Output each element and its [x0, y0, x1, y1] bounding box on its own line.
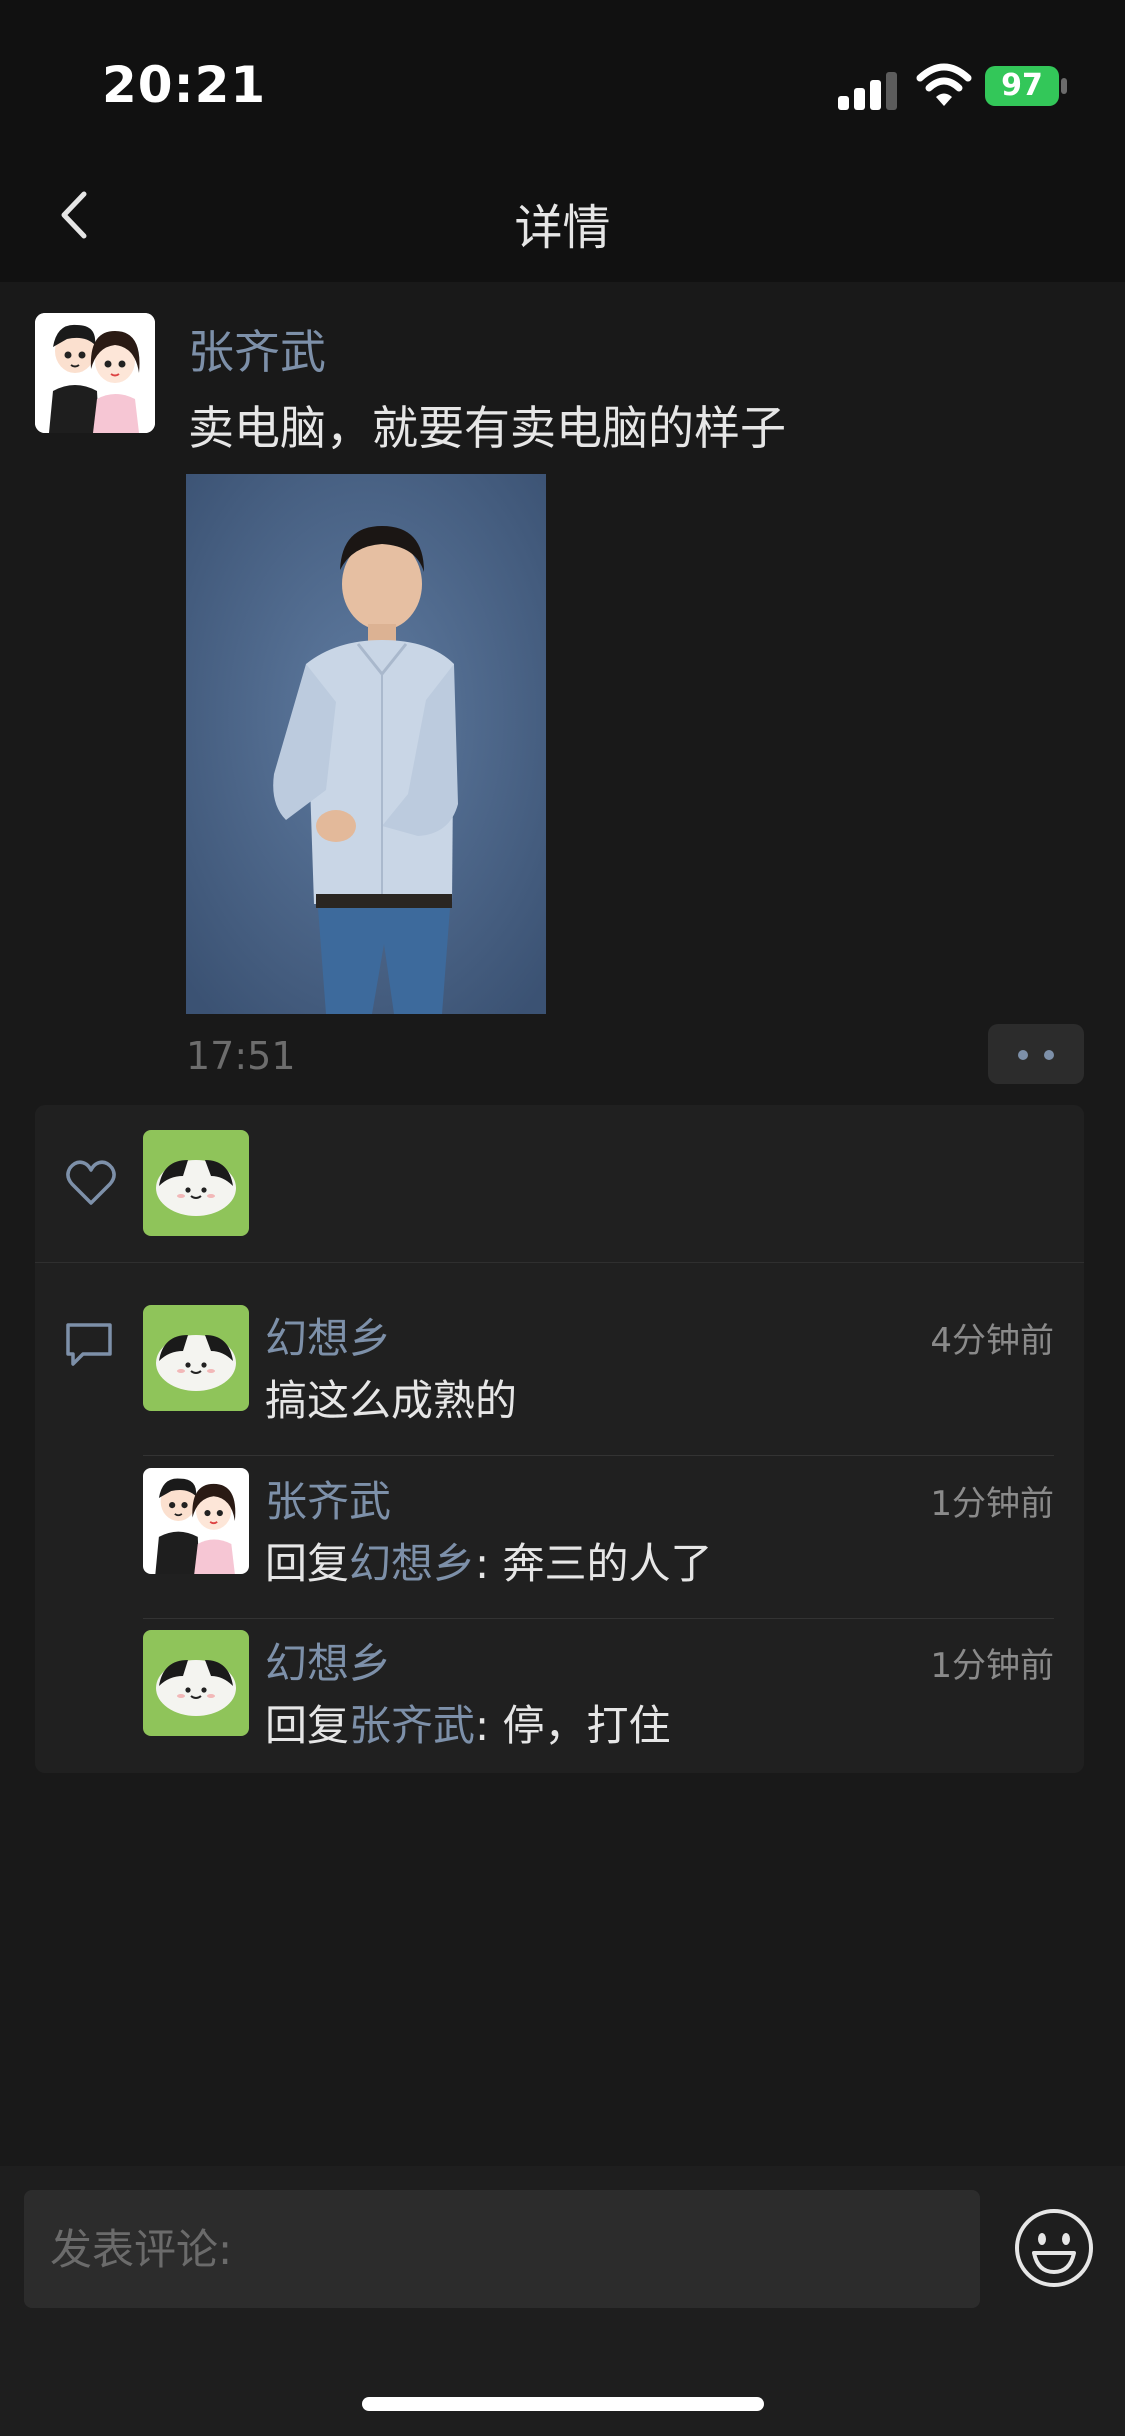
post-author-avatar[interactable] [35, 313, 155, 433]
home-indicator[interactable] [362, 2397, 764, 2411]
comment-composer [0, 2166, 1125, 2436]
reply-prefix: 回复 [265, 1539, 350, 1588]
comment-body: 停，打住 [502, 1701, 671, 1750]
wifi-icon [916, 63, 972, 106]
reply-to-user[interactable]: 幻想乡 [349, 1539, 475, 1588]
likes-row [35, 1105, 1084, 1263]
comment-time: 1分钟前 [930, 1484, 1054, 1524]
battery-indicator: 97 [985, 66, 1059, 106]
battery-level: 97 [1001, 68, 1043, 103]
comment-item[interactable]: 幻想乡 4分钟前 搞这么成熟的 [143, 1305, 1084, 1456]
interaction-panel: 幻想乡 4分钟前 搞这么成熟的 张齐武 1分钟前 回复幻想乡: 奔三的人了 幻想… [35, 1105, 1084, 1773]
reply-separator: : [475, 1701, 503, 1750]
comment-divider [143, 1618, 1054, 1619]
smiley-icon[interactable] [1012, 2206, 1096, 2290]
comment-divider [143, 1455, 1054, 1456]
comment-item[interactable]: 张齐武 1分钟前 回复幻想乡: 奔三的人了 [143, 1468, 1084, 1619]
comment-time: 4分钟前 [930, 1321, 1054, 1361]
status-bar: 20:21 97 [0, 0, 1125, 150]
page-title: 详情 [514, 200, 611, 256]
comment-item[interactable]: 幻想乡 1分钟前 回复张齐武: 停，打住 [143, 1630, 1084, 1750]
comment-avatar[interactable] [143, 1630, 249, 1736]
ellipsis-icon[interactable] [988, 1024, 1084, 1084]
comment-icon [66, 1323, 112, 1366]
comment-body: 搞这么成熟的 [265, 1376, 518, 1425]
status-time: 20:21 [102, 56, 267, 114]
comment-body: 奔三的人了 [502, 1539, 713, 1588]
cellular-signal-icon [838, 70, 898, 110]
post-text: 卖电脑，就要有卖电脑的样子 [188, 401, 786, 455]
reply-separator: : [475, 1539, 503, 1588]
reply-prefix: 回复 [265, 1701, 350, 1750]
comment-time: 1分钟前 [930, 1646, 1054, 1686]
comment-avatar[interactable] [143, 1468, 249, 1574]
heart-icon [66, 1160, 116, 1205]
comment-author[interactable]: 张齐武 [265, 1468, 391, 1529]
like-user-avatar[interactable] [143, 1130, 249, 1236]
comment-input[interactable] [24, 2190, 980, 2308]
nav-bar: 详情 [0, 150, 1125, 282]
post-photo[interactable] [186, 474, 546, 1014]
battery-cap [1061, 78, 1067, 94]
post-author-name[interactable]: 张齐武 [188, 316, 326, 382]
comment-text: 回复幻想乡: 奔三的人了 [265, 1530, 713, 1591]
reply-to-user[interactable]: 张齐武 [349, 1701, 475, 1750]
comment-avatar[interactable] [143, 1305, 249, 1411]
comment-author[interactable]: 幻想乡 [265, 1630, 391, 1691]
comment-text: 回复张齐武: 停，打住 [265, 1692, 671, 1753]
comment-author[interactable]: 幻想乡 [265, 1305, 391, 1366]
comment-text: 搞这么成熟的 [265, 1367, 517, 1428]
post-timestamp: 17:51 [186, 1034, 296, 1078]
